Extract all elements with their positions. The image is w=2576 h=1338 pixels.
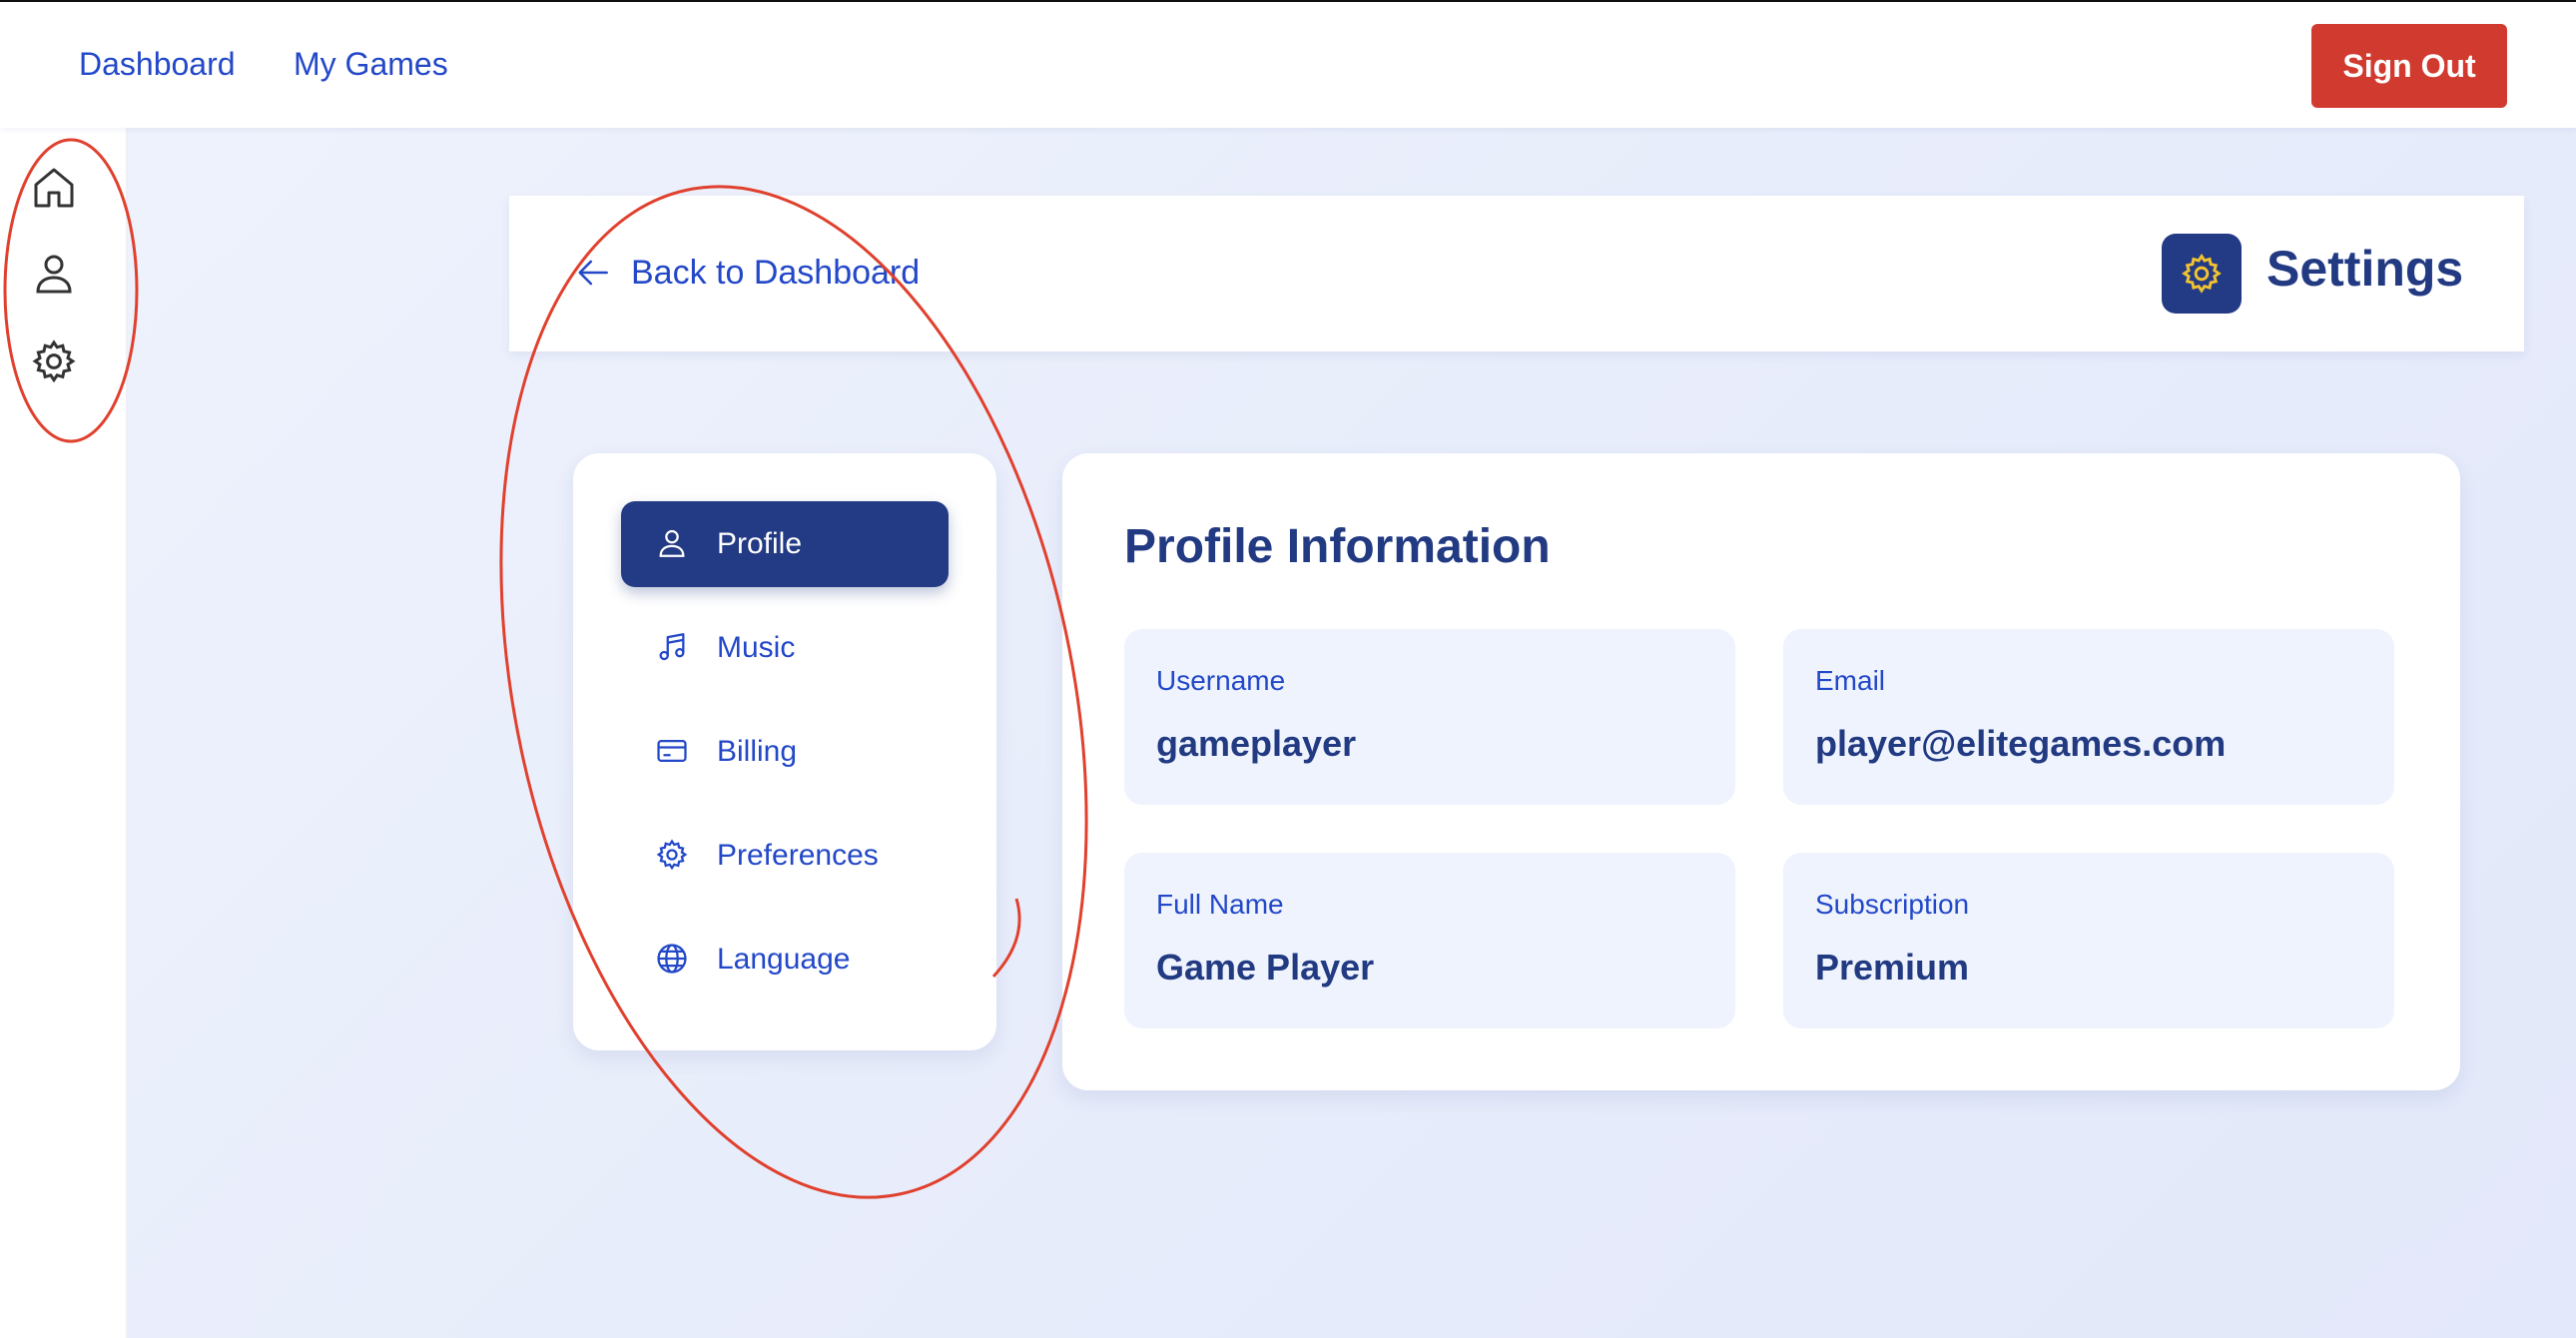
sign-out-button[interactable]: Sign Out: [2311, 24, 2507, 108]
field-value: Premium: [1815, 947, 1970, 988]
gear-icon: [2182, 253, 2222, 294]
email-field: Email player@elitegames.com: [1783, 629, 2394, 805]
icon-sidebar: [0, 128, 128, 1338]
menu-item-profile[interactable]: Profile: [621, 501, 949, 587]
profile-information-card: Profile Information Username gameplayer …: [1062, 453, 2460, 1090]
menu-item-label: Billing: [717, 735, 798, 768]
field-value: Game Player: [1156, 947, 1375, 988]
globe-icon: [655, 942, 691, 978]
gear-icon: [655, 838, 691, 874]
field-label: Subscription: [1815, 889, 1970, 920]
settings-badge: [2162, 234, 2242, 314]
credit-card-icon: [655, 734, 691, 770]
page-title: Settings: [2266, 241, 2464, 297]
section-title: Profile Information: [1124, 520, 1551, 573]
user-icon[interactable]: [30, 250, 78, 298]
user-icon: [655, 526, 691, 562]
gear-icon[interactable]: [30, 337, 78, 385]
nav-link-my-games[interactable]: My Games: [294, 46, 448, 83]
top-navbar: Dashboard My Games Sign Out: [0, 2, 2576, 128]
field-value: player@elitegames.com: [1815, 723, 2227, 764]
music-note-icon: [655, 630, 691, 666]
menu-item-label: Language: [717, 943, 851, 976]
menu-item-language[interactable]: Language: [621, 917, 949, 1003]
menu-item-preferences[interactable]: Preferences: [621, 813, 949, 899]
menu-item-music[interactable]: Music: [621, 605, 949, 691]
field-label: Email: [1815, 665, 1886, 696]
field-value: gameplayer: [1156, 723, 1357, 764]
menu-item-label: Music: [717, 631, 796, 664]
arrow-left-icon: [578, 260, 608, 286]
back-link-label: Back to Dashboard: [631, 253, 921, 292]
menu-item-label: Profile: [717, 527, 803, 560]
menu-item-label: Preferences: [717, 839, 879, 872]
field-label: Full Name: [1156, 889, 1284, 920]
full-name-field: Full Name Game Player: [1124, 853, 1735, 1028]
field-label: Username: [1156, 665, 1286, 696]
subscription-field: Subscription Premium: [1783, 853, 2394, 1028]
settings-header: Back to Dashboard Settings: [509, 196, 2524, 351]
nav-link-dashboard[interactable]: Dashboard: [79, 46, 236, 83]
settings-menu: Profile Music Billing Preferences Langua…: [573, 453, 996, 1050]
menu-item-billing[interactable]: Billing: [621, 709, 949, 795]
username-field: Username gameplayer: [1124, 629, 1735, 805]
home-icon[interactable]: [30, 164, 78, 212]
back-to-dashboard-link[interactable]: Back to Dashboard: [575, 248, 920, 298]
